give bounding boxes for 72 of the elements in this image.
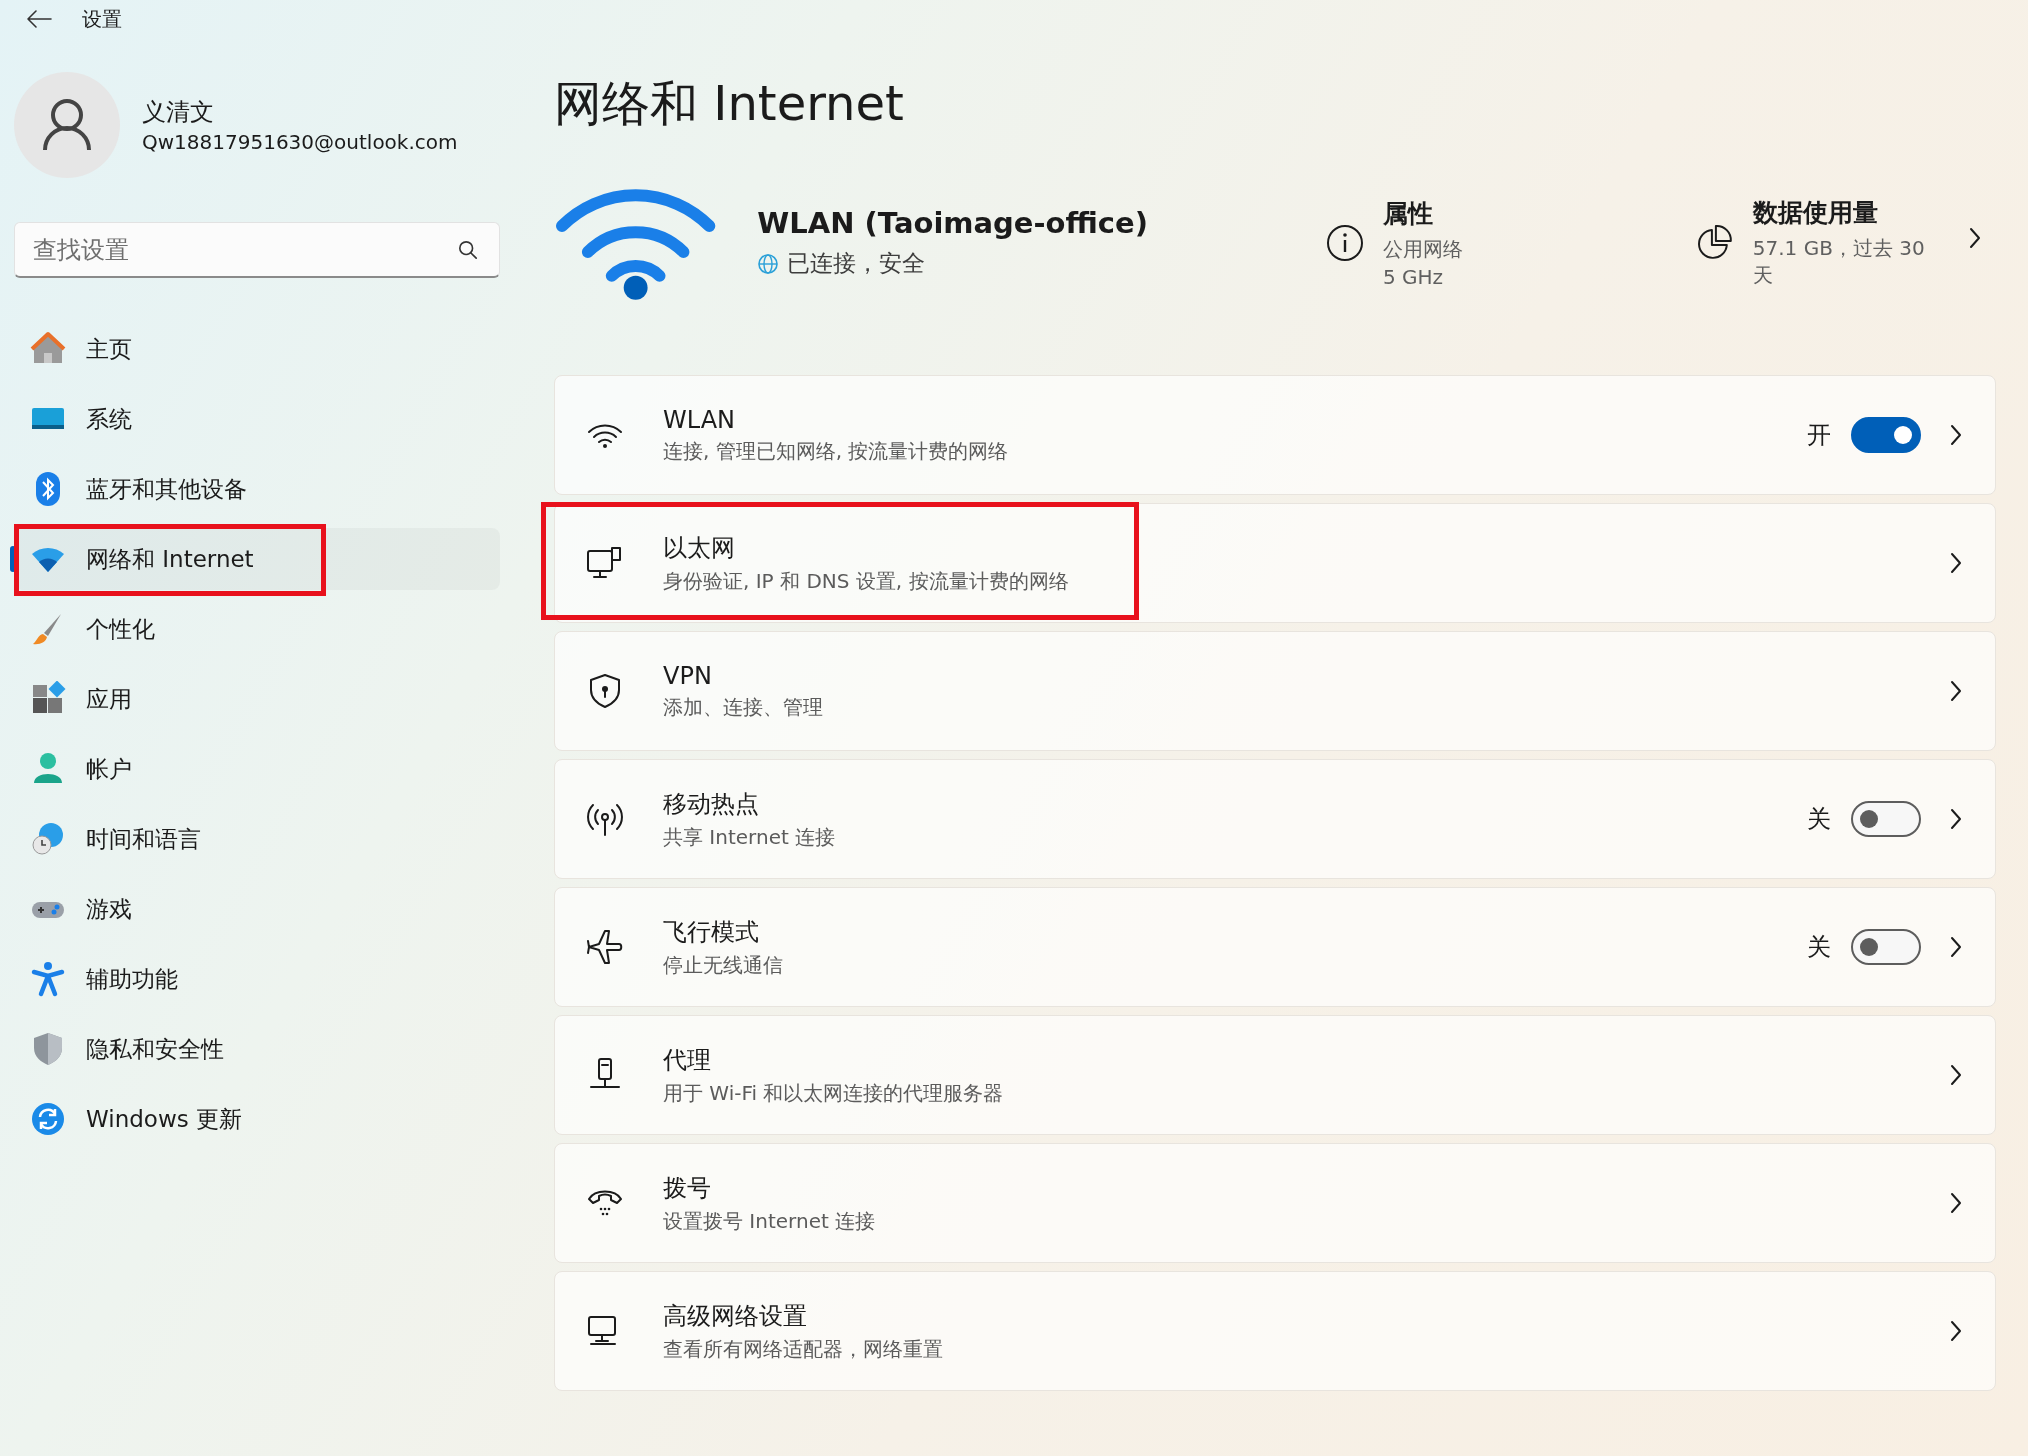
back-arrow-icon[interactable] bbox=[26, 9, 52, 29]
globe-clock-icon bbox=[30, 821, 66, 857]
settings-card[interactable]: WLAN 连接, 管理已知网络, 按流量计费的网络 开 bbox=[554, 375, 1996, 495]
network-name: WLAN (Taoimage-office) bbox=[757, 206, 1149, 240]
chevron-right-icon[interactable] bbox=[1949, 423, 1963, 447]
sidebar-item[interactable]: 主页 bbox=[14, 318, 500, 380]
settings-card[interactable]: 移动热点 共享 Internet 连接 关 bbox=[554, 759, 1996, 879]
settings-card[interactable]: 代理 用于 Wi-Fi 和以太网连接的代理服务器 bbox=[554, 1015, 1996, 1135]
chevron-right-icon[interactable] bbox=[1968, 226, 1982, 250]
chevron-right-icon[interactable] bbox=[1949, 679, 1963, 703]
setting-title: 移动热点 bbox=[663, 788, 760, 820]
accessibility-icon bbox=[30, 961, 66, 997]
toggle-switch[interactable] bbox=[1851, 801, 1921, 837]
globe-icon bbox=[757, 252, 780, 275]
setting-description: 连接, 管理已知网络, 按流量计费的网络 bbox=[663, 437, 1009, 465]
search-icon bbox=[458, 240, 478, 260]
connection-status: 已连接，安全 bbox=[787, 249, 926, 278]
setting-title: 以太网 bbox=[663, 532, 736, 564]
setting-description: 查看所有网络适配器，网络重置 bbox=[663, 1335, 943, 1363]
setting-title: WLAN bbox=[663, 405, 737, 434]
person-silhouette-icon bbox=[42, 98, 92, 152]
toggle-state-label: 关 bbox=[1807, 932, 1831, 963]
sidebar-item[interactable]: 帐户 bbox=[14, 738, 500, 800]
selection-indicator bbox=[10, 546, 16, 572]
properties-link[interactable]: 属性 bbox=[1383, 196, 1463, 230]
settings-card[interactable]: 拨号 设置拨号 Internet 连接 bbox=[554, 1143, 1996, 1263]
setting-title: 拨号 bbox=[663, 1172, 712, 1204]
user-email: Qw18817951630@outlook.com bbox=[142, 130, 458, 154]
sidebar-item[interactable]: 隐私和安全性 bbox=[14, 1018, 500, 1080]
chevron-right-icon[interactable] bbox=[1949, 1191, 1963, 1215]
sidebar-item[interactable]: 个性化 bbox=[14, 598, 500, 660]
setting-title: 飞行模式 bbox=[663, 916, 760, 948]
band-label: 5 GHz bbox=[1383, 264, 1445, 289]
user-name: 义清文 bbox=[142, 97, 215, 128]
airplane-icon bbox=[585, 927, 625, 967]
setting-description: 停止无线通信 bbox=[663, 951, 783, 979]
sidebar-item[interactable]: Windows 更新 bbox=[14, 1088, 500, 1150]
data-usage-summary: 57.1 GB，过去 30 天 bbox=[1752, 235, 1926, 289]
toggle-state-label: 关 bbox=[1807, 804, 1831, 835]
chevron-right-icon[interactable] bbox=[1949, 551, 1963, 575]
chevron-right-icon[interactable] bbox=[1949, 1319, 1963, 1343]
setting-title: 代理 bbox=[663, 1044, 712, 1076]
info-icon bbox=[1325, 222, 1365, 263]
sidebar-item[interactable]: 系统 bbox=[14, 388, 500, 450]
data-usage-link[interactable]: 数据使用量 bbox=[1752, 196, 1950, 229]
chevron-right-icon[interactable] bbox=[1949, 807, 1963, 831]
window-title: 设置 bbox=[82, 5, 122, 33]
sync-arrows-icon bbox=[30, 1101, 66, 1137]
setting-title: VPN bbox=[663, 661, 713, 690]
pie-chart-icon bbox=[1695, 222, 1735, 262]
setting-title: 高级网络设置 bbox=[663, 1300, 808, 1332]
sidebar-item[interactable]: 时间和语言 bbox=[14, 808, 500, 870]
sidebar-item[interactable]: 辅助功能 bbox=[14, 948, 500, 1010]
sidebar-item[interactable]: 游戏 bbox=[14, 878, 500, 940]
settings-card[interactable]: 高级网络设置 查看所有网络适配器，网络重置 bbox=[554, 1271, 1996, 1391]
setting-description: 设置拨号 Internet 连接 bbox=[663, 1207, 876, 1235]
search-field[interactable]: 查找设置 bbox=[14, 222, 500, 278]
sidebar-item[interactable]: 蓝牙和其他设备 bbox=[14, 458, 500, 520]
page-title: 网络和 Internet bbox=[554, 74, 905, 133]
toggle-state-label: 开 bbox=[1807, 420, 1831, 451]
setting-description: 身份验证, IP 和 DNS 设置, 按流量计费的网络 bbox=[663, 567, 1069, 595]
settings-card[interactable]: 飞行模式 停止无线通信 关 bbox=[554, 887, 1996, 1007]
network-type: 公用网络 bbox=[1383, 235, 1463, 263]
chevron-right-icon[interactable] bbox=[1949, 1063, 1963, 1087]
toggle-switch[interactable] bbox=[1851, 929, 1921, 965]
setting-description: 用于 Wi-Fi 和以太网连接的代理服务器 bbox=[663, 1079, 1004, 1107]
chevron-right-icon[interactable] bbox=[1949, 935, 1963, 959]
sidebar-item[interactable]: 应用 bbox=[14, 668, 500, 730]
setting-description: 添加、连接、管理 bbox=[663, 693, 823, 721]
settings-card[interactable]: VPN 添加、连接、管理 bbox=[554, 631, 1996, 751]
toggle-switch[interactable] bbox=[1851, 417, 1921, 453]
setting-description: 共享 Internet 连接 bbox=[663, 823, 836, 851]
